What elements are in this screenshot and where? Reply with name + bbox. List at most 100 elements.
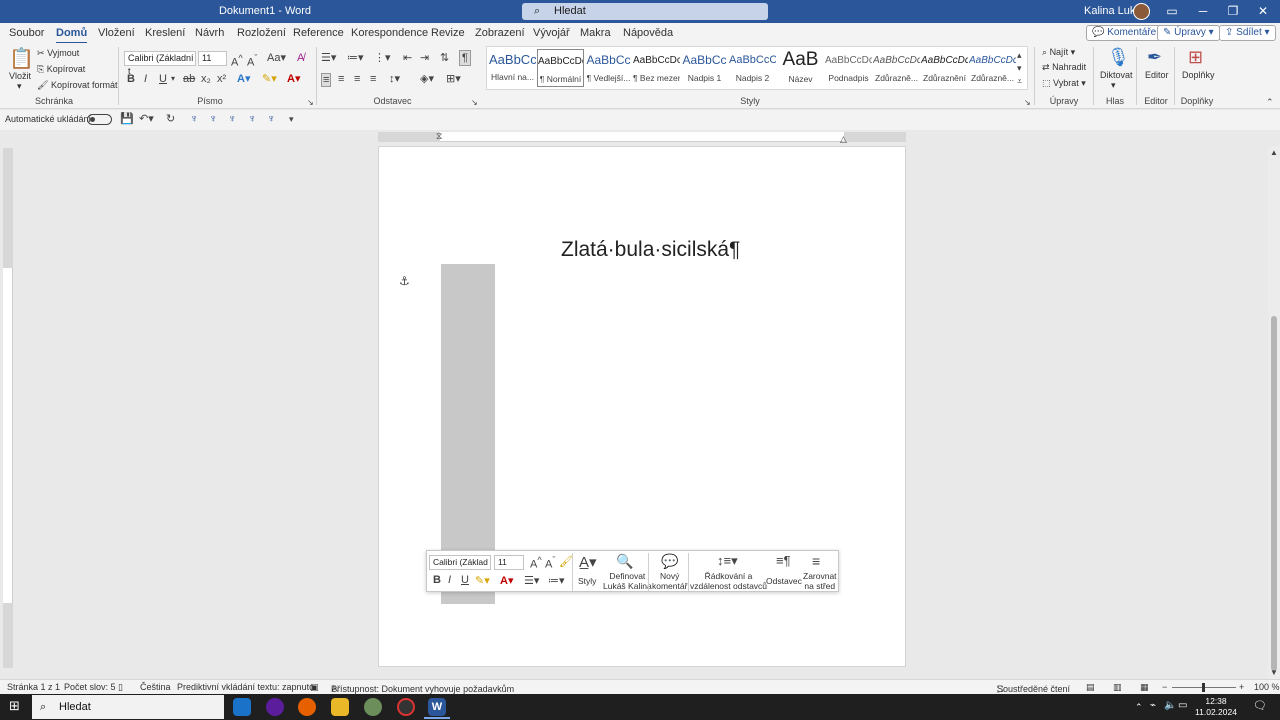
line-spacing-icon[interactable]: ↕▾ <box>389 73 400 85</box>
edge-icon[interactable] <box>233 698 251 716</box>
style-title-main[interactable]: AaBbCc Hlavní na... <box>489 49 536 87</box>
style-subtitle-side[interactable]: AaBbCc ¶ Vedlejší... <box>585 49 632 87</box>
tab-references[interactable]: Reference <box>293 27 344 39</box>
align-left-icon[interactable]: ≡ <box>321 73 332 87</box>
share-button[interactable]: ⇪ Sdílet ▾ <box>1219 25 1276 41</box>
paste-icon[interactable]: 📋 <box>9 48 34 70</box>
text-effects-icon[interactable]: A▾ <box>237 73 250 85</box>
tab-draw[interactable]: Kreslení <box>145 27 185 39</box>
style-subtitle[interactable]: AaBbCcDc Podnadpis <box>825 49 872 87</box>
autosave-toggle[interactable] <box>87 114 112 125</box>
subscript-icon[interactable]: x₂ <box>201 73 211 85</box>
battery-icon[interactable]: ▭ <box>1178 700 1187 712</box>
zoom-slider-thumb[interactable] <box>1202 683 1205 692</box>
replace-button[interactable]: ⇄ Nahradit <box>1042 62 1086 73</box>
styles-dialog-launcher-icon[interactable]: ↘ <box>1024 97 1031 109</box>
style-no-spacing[interactable]: AaBbCcDc ¶ Bez mezer <box>633 49 680 87</box>
word-taskbar-icon[interactable]: W <box>428 698 446 716</box>
app-icon[interactable] <box>364 698 382 716</box>
styles-scroll-down-icon[interactable]: ▾ <box>1017 62 1022 74</box>
underline-icon[interactable]: U <box>159 73 167 85</box>
font-color-icon[interactable]: A▾ <box>287 73 300 85</box>
font-dialog-launcher-icon[interactable]: ↘ <box>307 97 314 109</box>
editor-button[interactable]: Editor <box>1145 70 1169 80</box>
print-layout-icon[interactable]: ▥ <box>1113 682 1122 693</box>
dictate-button[interactable]: Diktovat <box>1100 70 1133 80</box>
paste-button[interactable]: Vložit <box>9 71 31 81</box>
word-count[interactable]: Počet slov: 5 <box>64 682 116 692</box>
indent-marker-icon[interactable]: ⧖ <box>436 130 442 142</box>
undo-icon[interactable]: ↶▾ <box>139 113 154 125</box>
proofing-icon[interactable]: ▯ <box>118 682 123 693</box>
style-intense-emphasis[interactable]: AaBbCcDc Zdůrazně... <box>969 49 1016 87</box>
highlight-icon[interactable]: ✎▾ <box>262 73 277 85</box>
superscript-icon[interactable]: x² <box>217 73 226 85</box>
bold-icon[interactable]: B <box>127 73 135 85</box>
style-emphasis[interactable]: AaBbCcDc Zdůraznění <box>921 49 968 87</box>
page-count[interactable]: Stránka 1 z 1 <box>7 682 60 692</box>
multilevel-list-icon[interactable]: ⋮▾ <box>374 52 391 64</box>
language[interactable]: Čeština <box>140 682 171 692</box>
scroll-up-icon[interactable]: ▲ <box>1270 147 1278 159</box>
addins-button[interactable]: Doplňky <box>1182 70 1215 80</box>
copy-button[interactable]: ⎘ Kopírovat <box>37 64 85 75</box>
numbering-icon[interactable]: ≔▾ <box>548 574 565 587</box>
editor-icon[interactable]: ✒ <box>1147 47 1162 67</box>
predictive-text-status[interactable]: Prediktivní vkládání textu: zapnuto <box>177 682 314 692</box>
right-indent-marker-icon[interactable]: △ <box>840 133 847 145</box>
shrink-font-icon[interactable]: Aˇ <box>247 52 257 69</box>
zoom-out-icon[interactable]: − <box>1162 682 1167 692</box>
bullets-icon[interactable]: ☰▾ <box>321 52 336 64</box>
close-icon[interactable]: ✕ <box>1252 3 1274 20</box>
paragraph-dialog-launcher-icon[interactable]: ↘ <box>471 97 478 109</box>
numbering-icon[interactable]: ≔▾ <box>347 52 364 64</box>
tab-design[interactable]: Návrh <box>195 27 224 39</box>
tab-view[interactable]: Zobrazení <box>475 27 525 39</box>
italic-icon[interactable]: I <box>448 574 451 586</box>
justify-icon[interactable]: ≡ <box>370 73 376 85</box>
app-icon[interactable] <box>266 698 284 716</box>
save-icon[interactable]: 💾 <box>120 113 134 125</box>
styles-scroll-up-icon[interactable]: ▴ <box>1017 49 1022 61</box>
horizontal-ruler[interactable]: ⧖ △ <box>378 130 906 145</box>
web-layout-icon[interactable]: ▦ <box>1140 682 1149 693</box>
clear-formatting-icon[interactable]: A̸ <box>297 52 304 64</box>
format-painter-button[interactable]: 🖌 Kopírovat formát <box>37 80 117 91</box>
minimize-icon[interactable]: ─ <box>1192 3 1214 20</box>
title-search-box[interactable]: ⌕ Hledat <box>522 3 768 20</box>
find-button[interactable]: ⌕ Najít ▾ <box>1042 47 1075 58</box>
underline-icon[interactable]: U <box>461 574 469 586</box>
borders-icon[interactable]: ⊞▾ <box>446 73 461 85</box>
smartart-icon[interactable]: ♆ <box>248 113 256 125</box>
style-subtle-emphasis[interactable]: AaBbCcDc Zdůrazně... <box>873 49 920 87</box>
tab-developer[interactable]: Vývojář <box>533 27 570 39</box>
network-icon[interactable]: ⌁ <box>1150 700 1156 712</box>
ribbon-display-icon[interactable]: ▭ <box>1161 3 1183 20</box>
increase-indent-icon[interactable]: ⇥ <box>420 52 429 64</box>
read-mode-icon[interactable]: ▤ <box>1086 682 1095 693</box>
font-color-icon[interactable]: A▾ <box>500 574 513 587</box>
avatar[interactable] <box>1133 3 1150 20</box>
macro-record-icon[interactable]: ▣ <box>310 682 319 693</box>
paste-dropdown-icon[interactable]: ▾ <box>17 81 22 92</box>
tab-macros[interactable]: Makra <box>580 27 611 39</box>
zoom-level[interactable]: 100 % <box>1254 682 1280 692</box>
strikethrough-icon[interactable]: ab <box>183 73 195 85</box>
document-heading[interactable]: Zlatá·bula·sicilská¶ <box>561 238 740 262</box>
taskbar-clock[interactable]: 12:38 11.02.2024 <box>1188 696 1244 718</box>
dictate-dropdown-icon[interactable]: ▾ <box>1111 80 1116 91</box>
show-formatting-marks-icon[interactable]: ¶ <box>459 50 471 66</box>
change-case-icon[interactable]: Aa▾ <box>267 52 286 64</box>
style-title[interactable]: AaB Název <box>777 49 824 87</box>
customize-toolbar-icon[interactable]: ▾ <box>289 113 294 125</box>
tab-home[interactable]: Domů <box>56 27 88 44</box>
underline-dropdown-icon[interactable]: ▾ <box>171 73 175 85</box>
select-button[interactable]: ⬚ Vybrat ▾ <box>1042 78 1086 89</box>
decrease-indent-icon[interactable]: ⇤ <box>403 52 412 64</box>
app-icon[interactable] <box>397 698 415 716</box>
shrink-font-icon[interactable]: Aˇ <box>545 555 555 571</box>
vertical-scrollbar[interactable]: ▲ ▼ <box>1268 146 1280 680</box>
tab-file[interactable]: Soubor <box>9 27 44 39</box>
bold-icon[interactable]: B <box>433 574 441 586</box>
tab-insert[interactable]: Vložení <box>98 27 135 39</box>
